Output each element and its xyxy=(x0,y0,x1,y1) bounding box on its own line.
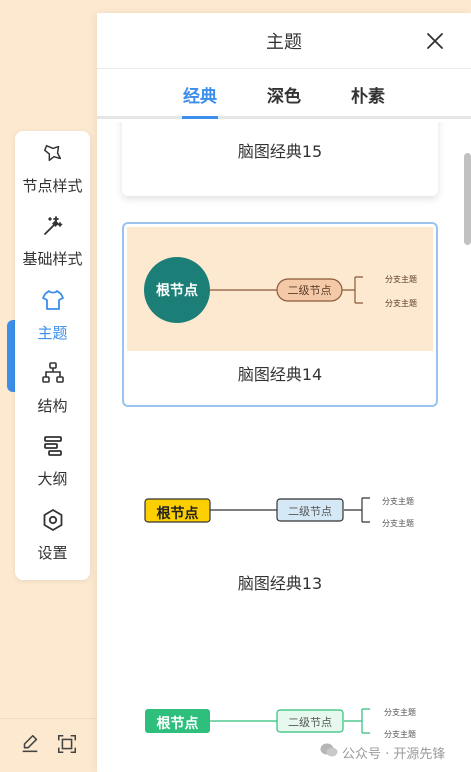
toolbar-base-style[interactable]: 基础样式 xyxy=(15,213,90,286)
theme-name: 脑图经典13 xyxy=(237,574,323,593)
toolbar-label: 大纲 xyxy=(37,470,68,489)
settings-icon xyxy=(40,507,66,533)
scrollbar[interactable] xyxy=(464,153,471,245)
watermark-text: 公众号 · 开源先锋 xyxy=(342,746,446,762)
structure-icon xyxy=(40,360,66,386)
toolbar-label: 主题 xyxy=(37,323,68,342)
toolbar-structure[interactable]: 结构 xyxy=(15,360,90,433)
wechat-icon xyxy=(320,742,338,762)
toolbar-label: 节点样式 xyxy=(22,177,83,195)
theme-card-selected[interactable]: 根节点 二级节点 分支主题 分支主题 脑图经典14 xyxy=(122,222,438,407)
leaf-node: 分支主题 xyxy=(385,299,417,308)
theme-preview: 根节点 二级节点 分支主题 分支主题 xyxy=(122,442,438,552)
leaf-node: 分支主题 xyxy=(382,497,414,506)
panel-header: 主题 xyxy=(97,13,471,69)
second-node: 二级节点 xyxy=(287,284,332,297)
theme-panel: 主题 经典 深色 朴素 脑图经典15 根节点 二级节点 分支主题 分支主题 脑图… xyxy=(97,13,471,772)
root-node: 根节点 xyxy=(156,283,198,299)
side-toolbar: 节点样式 基础样式 主题 结构 大纲 设置 xyxy=(15,131,90,580)
watermark: 公众号 · 开源先锋 xyxy=(320,742,445,762)
outline-icon xyxy=(40,433,66,459)
second-node: 二级节点 xyxy=(288,505,332,518)
bottom-actions xyxy=(0,718,97,772)
tab-dark[interactable]: 深色 xyxy=(242,69,326,116)
leaf-node: 分支主题 xyxy=(382,519,414,528)
leaf-node: 分支主题 xyxy=(384,708,416,717)
root-node: 根节点 xyxy=(156,716,199,732)
fullscreen-icon[interactable] xyxy=(56,733,78,759)
toolbar-label: 结构 xyxy=(37,396,68,415)
theme-list: 脑图经典15 根节点 二级节点 分支主题 分支主题 脑图经典14 根节点 二级节… xyxy=(97,122,471,772)
magic-wand-icon xyxy=(40,213,66,239)
toolbar-theme[interactable]: 主题 xyxy=(15,287,90,360)
node-style-icon xyxy=(40,140,66,166)
theme-name: 脑图经典15 xyxy=(237,142,323,161)
shirt-icon xyxy=(40,287,66,313)
toolbar-node-style[interactable]: 节点样式 xyxy=(15,140,90,213)
toolbar-settings[interactable]: 设置 xyxy=(15,507,90,580)
theme-preview: 根节点 二级节点 分支主题 分支主题 xyxy=(127,227,433,351)
tab-simple[interactable]: 朴素 xyxy=(326,69,410,116)
edit-icon[interactable] xyxy=(19,733,41,759)
toolbar-outline[interactable]: 大纲 xyxy=(15,433,90,506)
panel-title: 主题 xyxy=(266,31,302,53)
theme-card[interactable]: 脑图经典15 xyxy=(122,122,438,196)
theme-name: 脑图经典14 xyxy=(237,365,323,384)
toolbar-label: 基础样式 xyxy=(22,250,83,269)
root-node: 根节点 xyxy=(156,506,199,522)
theme-tabs: 经典 深色 朴素 xyxy=(97,69,471,119)
theme-card[interactable]: 根节点 二级节点 分支主题 分支主题 脑图经典13 xyxy=(122,442,438,602)
close-icon[interactable] xyxy=(425,31,445,51)
leaf-node: 分支主题 xyxy=(384,730,416,739)
toolbar-label: 设置 xyxy=(37,543,68,562)
second-node: 二级节点 xyxy=(288,716,332,729)
leaf-node: 分支主题 xyxy=(385,275,417,284)
tab-classic[interactable]: 经典 xyxy=(158,69,242,119)
